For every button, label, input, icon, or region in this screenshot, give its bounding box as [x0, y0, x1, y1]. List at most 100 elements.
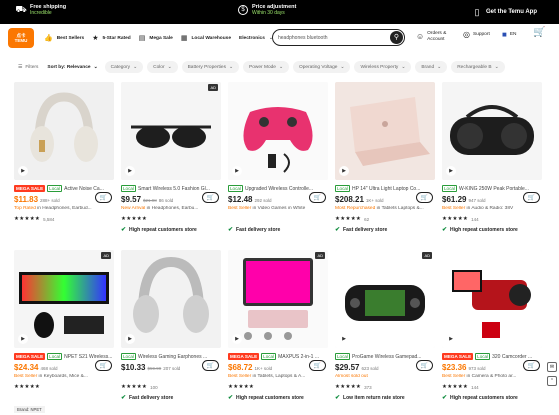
play-icon[interactable]: ▶ — [339, 166, 349, 176]
chip-rechargeable[interactable]: Rechargeable B ⌄ — [451, 61, 505, 73]
ad-badge: AD — [315, 252, 325, 259]
add-to-cart-button[interactable]: 🛒 — [416, 192, 433, 203]
store-badge-text: High repeat customers store — [450, 394, 518, 401]
chip-brand[interactable]: Brand ⌄ — [415, 61, 448, 73]
scroll-top-icon[interactable]: ⌃ — [547, 376, 557, 386]
search-value: headphones bluetooth — [278, 34, 328, 41]
nav-electronics[interactable]: Electronics ⌄ — [239, 36, 273, 41]
add-to-cart-button[interactable]: 🛒 — [416, 360, 433, 371]
product-image[interactable]: AD ▶ — [121, 82, 221, 180]
chip-voltage[interactable]: Operating Voltage ⌄ — [293, 61, 351, 73]
chip-color[interactable]: Color ⌄ — [147, 61, 178, 73]
category-text: in Headphones, Earbu... — [145, 206, 199, 211]
add-to-cart-button[interactable]: 🛒 — [309, 360, 326, 371]
add-to-cart-button[interactable]: 🛒 — [202, 360, 219, 371]
rating: ★★★★★ — [228, 384, 254, 390]
chip-battery[interactable]: Battery Properties ⌄ — [181, 61, 240, 73]
product-card[interactable]: ▶ MEGA SALE Local Active Noise Ca... $11.83 2… — [14, 82, 114, 247]
price-adjust-promo[interactable]: $ Price adjustment Within 30 days — [238, 4, 296, 16]
add-to-cart-button[interactable]: 🛒 — [95, 192, 112, 203]
play-icon[interactable]: ▶ — [339, 334, 349, 344]
local-badge: Local — [442, 185, 457, 192]
chip-power-mode[interactable]: Power Mode ⌄ — [243, 61, 290, 73]
play-icon[interactable]: ▶ — [125, 166, 135, 176]
temu-logo[interactable]: 点卡 TEMU — [8, 28, 34, 48]
product-image[interactable]: ▶ — [14, 82, 114, 180]
truck-icon: ⛟ — [15, 4, 27, 14]
product-image[interactable]: ▶ — [228, 82, 328, 180]
star-rating-icon: ★★★★★ — [442, 384, 469, 390]
product-image[interactable]: AD ▶ — [14, 250, 114, 348]
chip-wireless[interactable]: Wireless Property ⌄ — [354, 61, 412, 73]
product-card[interactable]: ▶ Local Upgraded Wireless Controlle... $12.… — [228, 82, 328, 247]
play-icon[interactable]: ▶ — [18, 334, 28, 344]
nav-mega-sale[interactable]: ▤ Mega Sale — [139, 34, 173, 42]
play-icon[interactable]: ▶ — [446, 166, 456, 176]
ad-badge: AD — [422, 252, 432, 259]
add-to-cart-button[interactable]: 🛒 — [202, 192, 219, 203]
star-rating-icon: ★★★★★ — [442, 216, 469, 222]
store-badge: ✔ Fast delivery store — [228, 226, 280, 234]
star-rating-icon: ★★★★★ — [228, 384, 255, 390]
search-icon: ⚲ — [393, 34, 400, 41]
category-text: in Audio & Radio: 38V — [465, 206, 514, 211]
local-badge: Local — [47, 185, 63, 192]
price: $61.29 — [442, 195, 467, 204]
add-to-cart-button[interactable]: 🛒 — [309, 192, 326, 203]
product-card[interactable]: AD ▶ MEGA SALE Local MAXPUS 2-in-1 ... $68.72… — [228, 250, 328, 415]
filters-button[interactable]: ☰ Filters — [16, 61, 41, 73]
add-to-cart-button[interactable]: 🛒 — [95, 360, 112, 371]
category-note: Best Seller in Keyboards, Mice &... — [14, 374, 114, 379]
price: $24.34 — [14, 363, 39, 372]
product-image[interactable]: ▶ — [442, 250, 542, 348]
support-link[interactable]: ◎ Support — [463, 31, 490, 38]
play-icon[interactable]: ▶ — [232, 166, 242, 176]
add-to-cart-button[interactable]: 🛒 — [523, 192, 540, 203]
product-card[interactable]: AD ▶ MEGA SALE Local NPET S21 Wireless... $24… — [14, 250, 114, 415]
sort-dropdown[interactable]: Sort by: Relevance ⌄ — [44, 61, 101, 73]
local-badge: Local — [47, 353, 63, 360]
product-image[interactable]: ▶ — [442, 82, 542, 180]
cart-icon: 🛒 — [206, 195, 215, 201]
search-input[interactable]: headphones bluetooth ⚲ — [272, 29, 405, 46]
product-card[interactable]: ▶ MEGA SALE Local 320 Camcorder ... $23.36 97… — [442, 250, 542, 415]
product-image[interactable]: AD ▶ — [228, 250, 328, 348]
play-icon[interactable]: ▶ — [446, 334, 456, 344]
nav-best-sellers[interactable]: 👍 Best Sellers — [44, 34, 84, 42]
product-card[interactable]: ▶ Local Wireless Gaming Earphones ... $10.3… — [121, 250, 221, 415]
product-card[interactable]: AD ▶ Local ProGame Wireless Gamepad... $29.5… — [335, 250, 435, 415]
sold-count: 207 sold — [163, 366, 181, 371]
nav-five-star[interactable]: ★ 5-Star Rated — [92, 34, 131, 42]
play-icon[interactable]: ▶ — [232, 334, 242, 344]
product-image[interactable]: ▶ — [121, 250, 221, 348]
mega-sale-badge: MEGA SALE — [442, 353, 474, 360]
chip-category[interactable]: Category ⌄ — [104, 61, 144, 73]
cart-button[interactable]: 🛒 — [533, 28, 545, 37]
play-icon[interactable]: ▶ — [18, 166, 28, 176]
category-note: Top Rated in Headphones, Earbud... — [14, 206, 114, 211]
get-app-link[interactable]: ▯ Get the Temu App — [472, 7, 537, 17]
review-count: 373 — [364, 384, 372, 390]
product-card[interactable]: ▶ Local W-KING 250W Peak Portable... $61.29… — [442, 82, 542, 247]
mega-sale-badge: MEGA SALE — [14, 185, 46, 192]
title-text: Upgraded Wireless Controlle... — [244, 185, 314, 192]
product-card[interactable]: AD ▶ Local Smart Wireless 5.0 Fashion Gl...… — [121, 82, 221, 247]
add-to-cart-button[interactable]: 🛒 — [523, 360, 540, 371]
product-image[interactable]: AD ▶ — [335, 250, 435, 348]
chat-icon[interactable]: ✉ — [547, 362, 557, 372]
highlight-text: Almost sold out — [335, 374, 368, 379]
check-icon: ✔ — [228, 395, 234, 401]
orders-account[interactable]: ☺ Orders & Account — [416, 31, 446, 42]
language-selector[interactable]: ■ EN — [502, 31, 517, 38]
play-icon[interactable]: ▶ — [125, 334, 135, 344]
chevron-down-icon: ⌄ — [340, 64, 345, 70]
sold-count: 623 sold — [361, 366, 379, 371]
sale-icon: ▤ — [138, 35, 146, 42]
product-image[interactable]: ▶ — [335, 82, 435, 180]
local-badge: Local — [228, 185, 243, 192]
nav-local-warehouse[interactable]: ▦ Local Warehouse — [181, 34, 231, 42]
free-shipping-promo[interactable]: ⛟ Free shipping Incredible — [15, 4, 66, 16]
product-card[interactable]: ▶ Local HP 14" Ultra Light Laptop Co... $20… — [335, 82, 435, 247]
search-button[interactable]: ⚲ — [390, 30, 403, 44]
chip-label: Color — [153, 64, 165, 70]
